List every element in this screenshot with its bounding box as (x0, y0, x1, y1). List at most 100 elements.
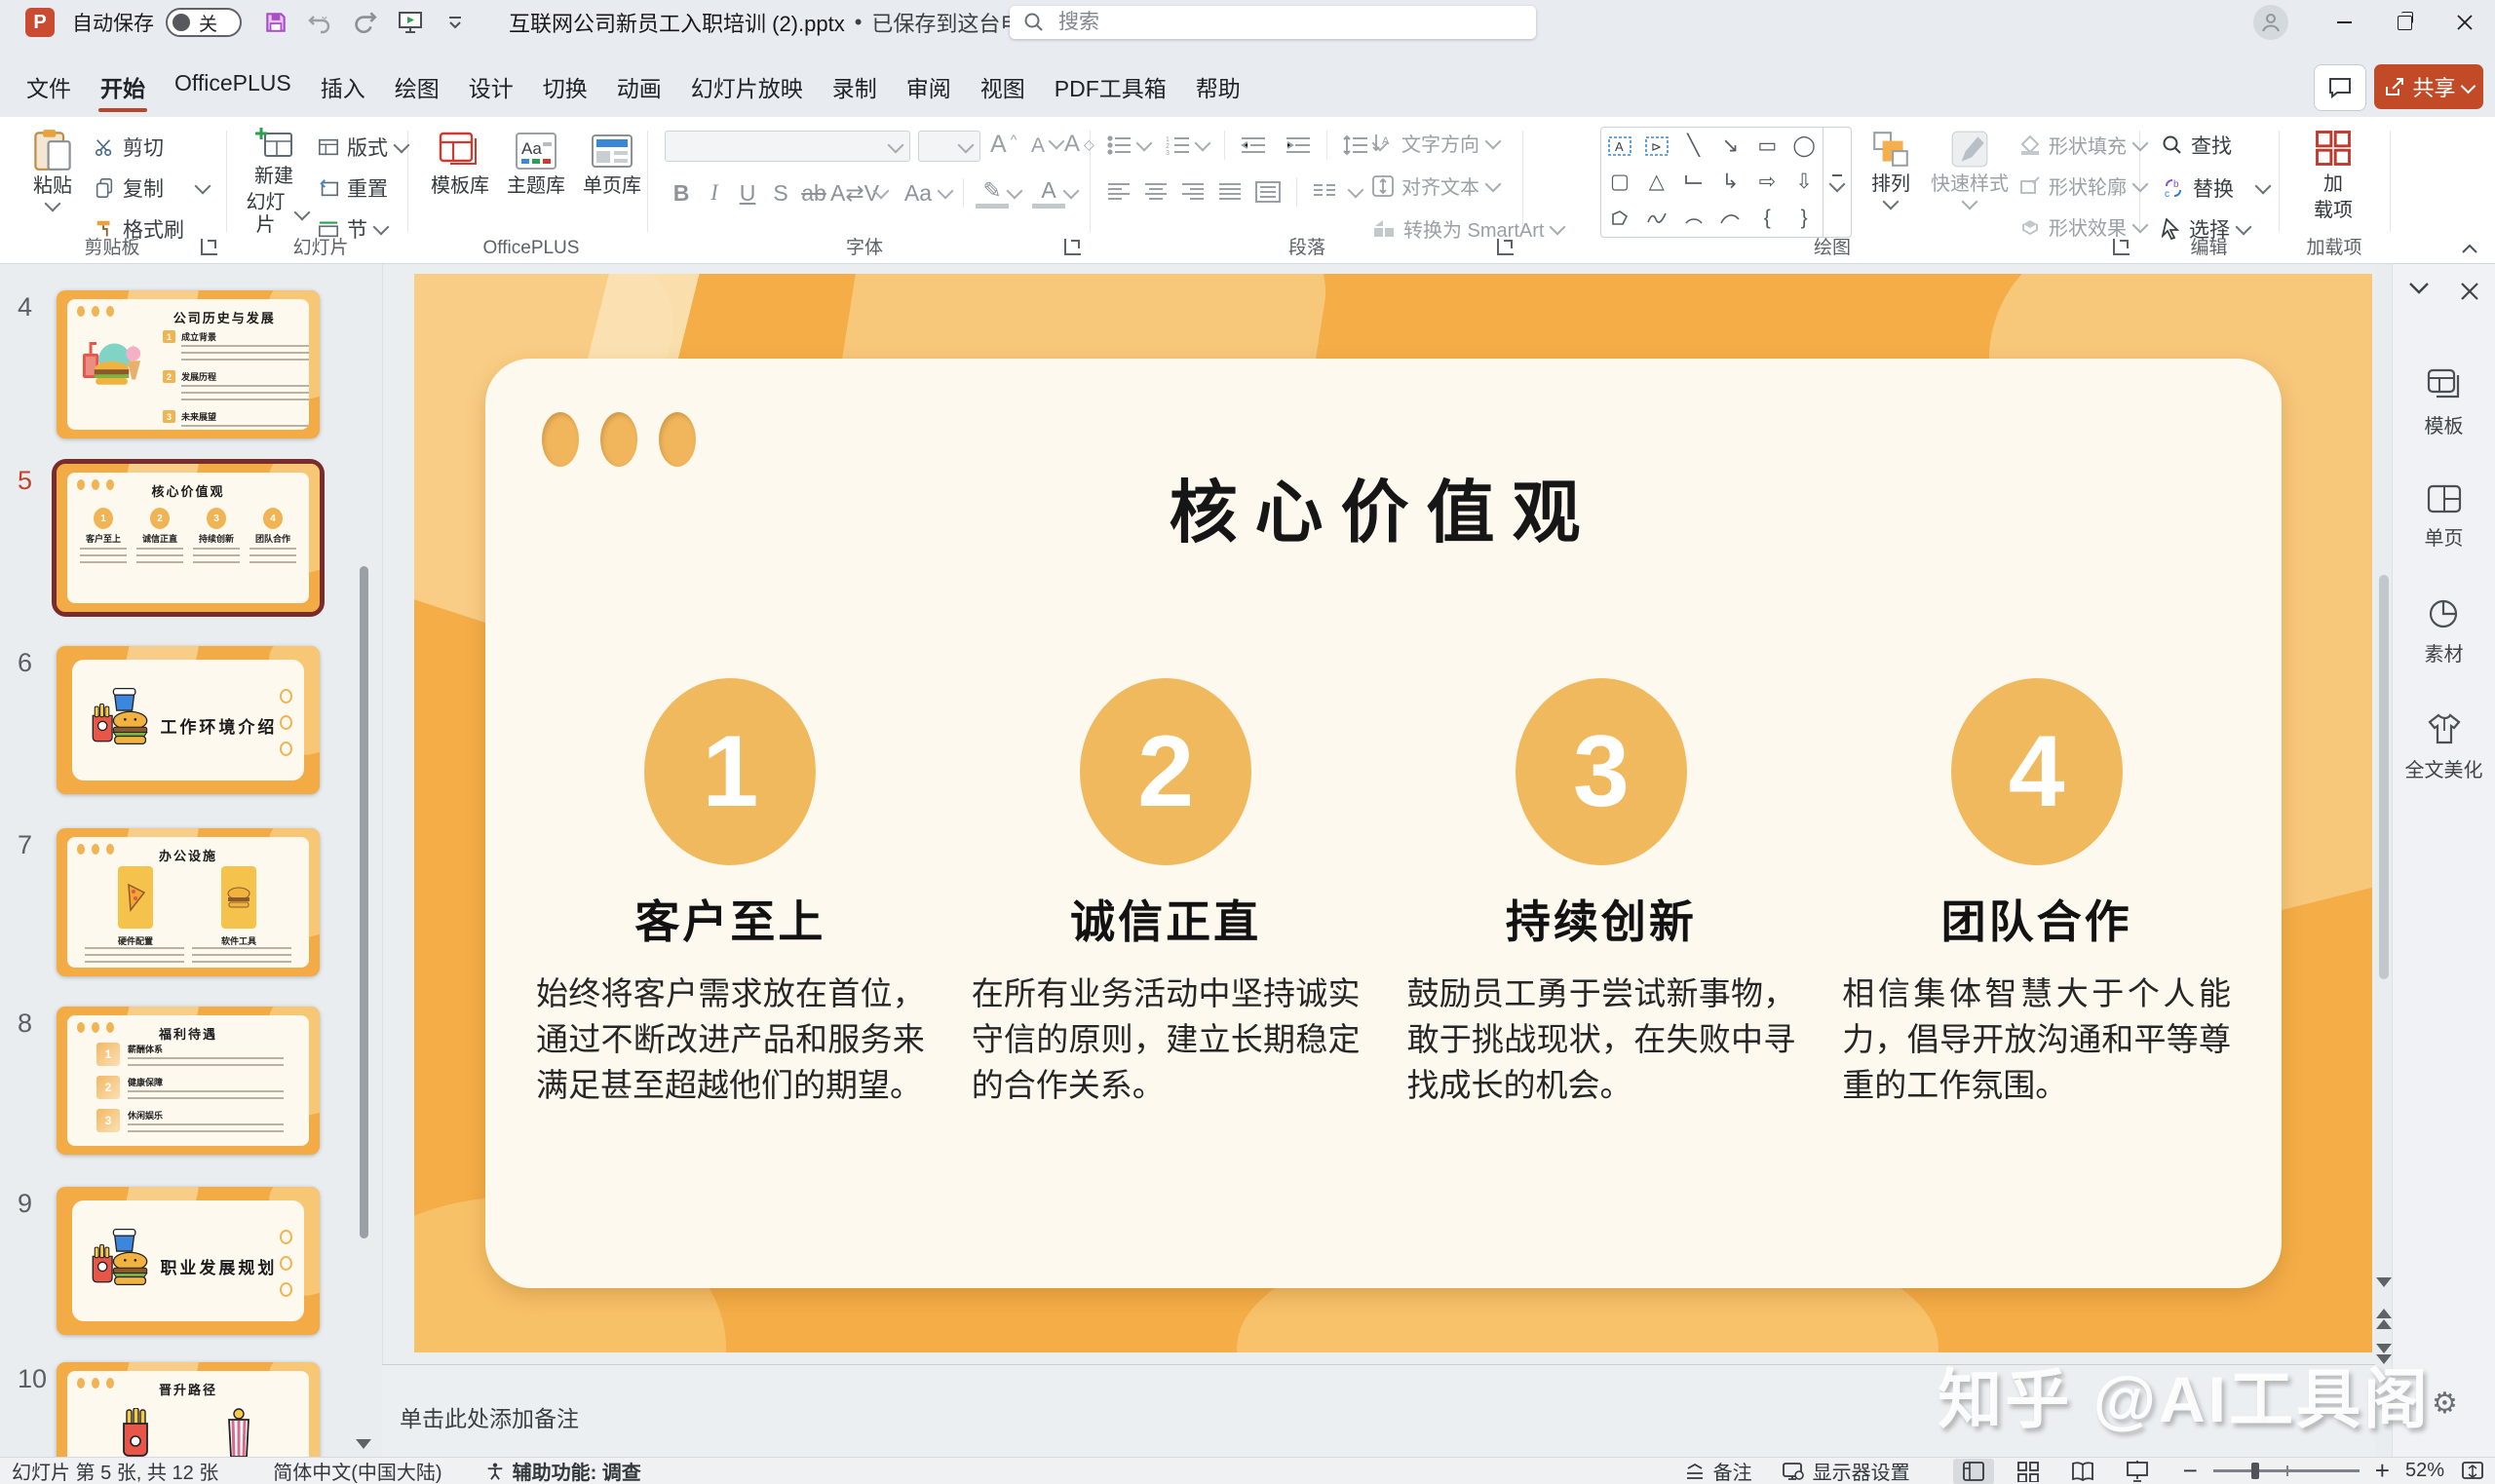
tab-design[interactable]: 设计 (454, 58, 528, 117)
zoom-level[interactable]: 52% (2405, 1460, 2444, 1482)
undo-button[interactable] (300, 4, 341, 41)
drawing-dialog-launcher[interactable] (2113, 239, 2130, 255)
collapse-ribbon-button[interactable] (2462, 244, 2477, 253)
strikethrough-button[interactable]: ab (797, 180, 830, 207)
slide-sorter-view-button[interactable] (2008, 1459, 2049, 1484)
reset-button[interactable]: 重置 (318, 173, 388, 203)
shape-scribble[interactable] (1638, 201, 1675, 237)
text-direction-button[interactable]: A 文字方向 (1372, 129, 1499, 157)
thumbnail-slide-4[interactable]: 4 公司历史与发展 1成立背景 2发展历程 3未来展望 (0, 290, 382, 438)
display-settings-button[interactable]: 显示器设置 (1782, 1457, 1910, 1484)
quick-styles-button[interactable]: 快速样式 (1928, 129, 2012, 208)
scroll-down-arrow-icon[interactable] (2376, 1277, 2392, 1287)
share-button[interactable]: 共享 (2374, 64, 2483, 109)
tab-officeplus[interactable]: OfficePLUS (160, 58, 306, 117)
copy-button[interactable]: 复制 (94, 173, 209, 203)
tab-file[interactable]: 文件 (12, 58, 86, 117)
tab-transitions[interactable]: 切换 (528, 58, 602, 117)
slideshow-view-button[interactable] (2117, 1459, 2158, 1484)
addins-button[interactable]: 加 载项 (2298, 127, 2368, 222)
thumbnail-slide-10[interactable]: 10 晋升路径 (0, 1362, 382, 1457)
font-size-select[interactable] (918, 131, 980, 162)
save-button[interactable] (255, 4, 296, 41)
comments-button[interactable] (2314, 64, 2366, 111)
font-name-select[interactable] (665, 131, 910, 162)
notes-placeholder[interactable]: 单击此处添加备注 (400, 1400, 579, 1433)
slide-content-card[interactable]: 核心价值观 1 客户至上 始终将客户需求放在首位，通过不断改进产品和服务来满足甚… (485, 359, 2282, 1288)
shape-oval[interactable]: ◯ (1785, 128, 1823, 164)
sidebar-item-material[interactable]: 素材 (2393, 595, 2495, 666)
sidebar-item-single-page[interactable]: 单页 (2393, 483, 2495, 551)
align-text-button[interactable]: 对齐文本 (1372, 171, 1499, 200)
value-column-3[interactable]: 3 持续创新 鼓励员工勇于尝试新事物，敢于挑战现状，在失败中寻找成长的机会。 (1384, 678, 1820, 1108)
scroll-down-arrow-icon[interactable] (356, 1439, 371, 1449)
shape-arc[interactable] (1675, 201, 1712, 237)
tab-help[interactable]: 帮助 (1181, 58, 1255, 117)
shape-right-arrow[interactable]: ⇨ (1748, 164, 1785, 200)
value-column-1[interactable]: 1 客户至上 始终将客户需求放在首位，通过不断改进产品和服务来满足甚至超越他们的… (513, 678, 948, 1108)
shape-gallery-more-button[interactable] (1823, 128, 1851, 237)
customize-quick-access-button[interactable] (435, 4, 476, 41)
notes-toggle-button[interactable]: 备注 (1684, 1457, 1752, 1484)
slide-counter[interactable]: 幻灯片 第 5 张, 共 12 张 (12, 1457, 218, 1484)
change-case-button[interactable]: Aa (897, 180, 940, 207)
clear-formatting-button[interactable]: A◇ (1064, 131, 1094, 158)
document-title[interactable]: 互联网公司新员工入职培训 (2).pptx • 已保存到这台电脑 (509, 7, 1066, 38)
shape-left-brace[interactable]: { (1748, 201, 1785, 237)
search-box[interactable] (1010, 6, 1536, 39)
sidebar-item-beautify[interactable]: 全文美化 (2393, 711, 2495, 782)
zoom-slider-thumb[interactable] (2251, 1463, 2259, 1479)
thumbnail-slide-8[interactable]: 8 福利待遇 1薪酬体系 2健康保障 3休闲娱乐 (0, 1007, 382, 1155)
accessibility-status[interactable]: 辅助功能: 调查 (485, 1457, 641, 1484)
character-spacing-button[interactable]: A⇄V (830, 180, 875, 207)
thumbnail-slide-7[interactable]: 7 办公设施 硬件配置 软件工具 (0, 828, 382, 976)
paragraph-dialog-launcher[interactable] (1497, 239, 1514, 255)
slide-editing-surface[interactable]: 核心价值观 1 客户至上 始终将客户需求放在首位，通过不断改进产品和服务来满足甚… (414, 274, 2372, 1352)
panel-chevron-down-icon[interactable] (2408, 282, 2430, 295)
tab-home[interactable]: 开始 (86, 58, 160, 117)
thumbnail-slide-6[interactable]: 6 工作环境介绍 (0, 646, 382, 794)
scrollbar-thumb[interactable] (360, 566, 368, 1238)
underline-button[interactable]: U (731, 180, 764, 207)
fit-slide-to-window-button[interactable] (2460, 1460, 2485, 1483)
shape-line[interactable]: ╲ (1675, 128, 1712, 164)
start-slideshow-button[interactable] (390, 4, 431, 41)
tab-pdf-toolbox[interactable]: PDF工具箱 (1040, 58, 1181, 117)
shape-fill-button[interactable]: 形状填充 (2019, 131, 2146, 159)
zoom-in-button[interactable]: + (2375, 1456, 2390, 1484)
slide-title[interactable]: 核心价值观 (485, 458, 2282, 556)
layout-button[interactable]: 版式 (318, 133, 407, 162)
paste-button[interactable]: 粘贴 (21, 129, 84, 209)
settings-gear-icon[interactable]: ⚙ (2432, 1387, 2458, 1421)
clipboard-dialog-launcher[interactable] (201, 239, 217, 255)
minimize-button[interactable] (2314, 0, 2374, 45)
shape-outline-button[interactable]: 形状轮廓 (2019, 171, 2146, 200)
shape-arrow[interactable]: ↘ (1711, 128, 1748, 164)
arrange-button[interactable]: 排列 (1860, 129, 1922, 208)
thumbnail-slide-9[interactable]: 9 职业发展规划 (0, 1187, 382, 1335)
increase-font-button[interactable]: A^ (990, 131, 1017, 159)
tab-insert[interactable]: 插入 (306, 58, 380, 117)
tab-slideshow[interactable]: 幻灯片放映 (676, 58, 818, 117)
shape-right-brace[interactable]: } (1785, 201, 1823, 237)
search-input[interactable] (1056, 10, 1489, 35)
scrollbar-thumb[interactable] (2379, 575, 2389, 979)
close-button[interactable] (2435, 0, 2495, 45)
template-library-button[interactable]: 模板库 (425, 131, 495, 198)
panel-close-icon[interactable] (2460, 282, 2479, 301)
find-button[interactable]: 查找 (2162, 131, 2232, 160)
powerpoint-logo-icon[interactable]: P (25, 8, 55, 37)
theme-library-button[interactable]: Aa 主题库 (501, 131, 571, 198)
tab-view[interactable]: 视图 (966, 58, 1040, 117)
shape-freeform[interactable] (1601, 201, 1638, 237)
text-shadow-button[interactable]: S (764, 180, 797, 207)
sidebar-item-template[interactable]: 模板 (2393, 367, 2495, 438)
shape-rectangle[interactable]: ▭ (1748, 128, 1785, 164)
shape-effects-button[interactable]: 形状效果 (2019, 212, 2146, 241)
thumbnail-slide-5-selected[interactable]: 5 核心价值观 1客户至上 2诚信正直 3持续创新 4团队合作 (0, 464, 382, 612)
font-dialog-launcher[interactable] (1064, 239, 1081, 255)
bold-button[interactable]: B (665, 180, 698, 207)
shape-down-arrow[interactable]: ⇩ (1785, 164, 1823, 200)
new-slide-button[interactable]: 新建 幻灯片 (240, 127, 308, 237)
language-status[interactable]: 简体中文(中国大陆) (273, 1457, 441, 1484)
